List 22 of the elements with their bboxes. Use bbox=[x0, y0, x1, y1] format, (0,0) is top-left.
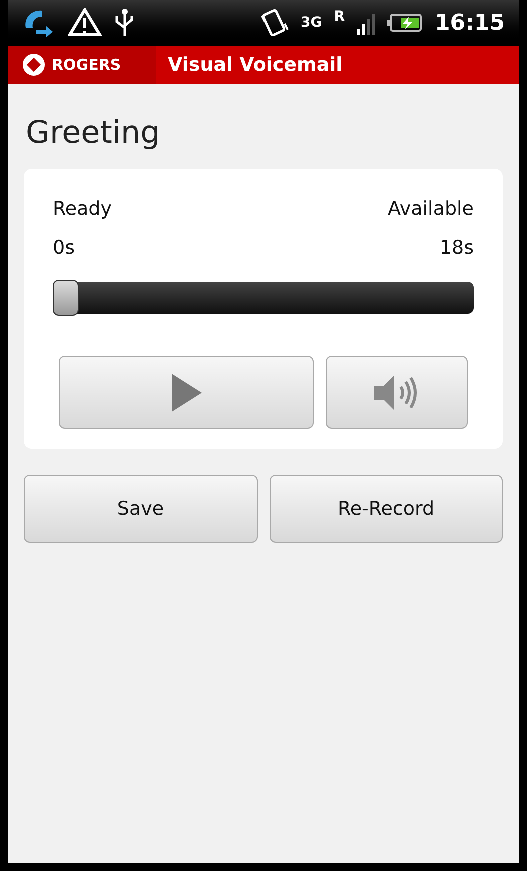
status-label: Ready bbox=[53, 197, 112, 222]
app-title: Visual Voicemail bbox=[168, 52, 343, 78]
action-button[interactable]: Save bbox=[24, 475, 258, 543]
warning-icon bbox=[68, 8, 102, 38]
vibrate-icon bbox=[258, 8, 289, 38]
action-button[interactable]: Re-Record bbox=[270, 475, 503, 543]
page-heading: Greeting bbox=[25, 118, 162, 149]
elapsed-time: 0s bbox=[53, 236, 75, 260]
play-icon bbox=[170, 372, 202, 412]
roaming-indicator: R bbox=[334, 10, 345, 24]
logo-icon bbox=[22, 53, 46, 77]
battery-icon bbox=[386, 13, 423, 33]
usb-icon bbox=[114, 8, 136, 38]
clock: 16:15 bbox=[434, 10, 505, 38]
signal-icon bbox=[356, 11, 375, 35]
speaker-button[interactable] bbox=[326, 356, 468, 429]
play-button[interactable] bbox=[59, 356, 314, 429]
logo: ROGERS bbox=[8, 46, 156, 84]
total-time: 18s bbox=[440, 236, 474, 260]
available-label: Available bbox=[388, 197, 474, 222]
network-type: 3G bbox=[300, 16, 322, 30]
seek-thumb[interactable] bbox=[53, 280, 79, 316]
